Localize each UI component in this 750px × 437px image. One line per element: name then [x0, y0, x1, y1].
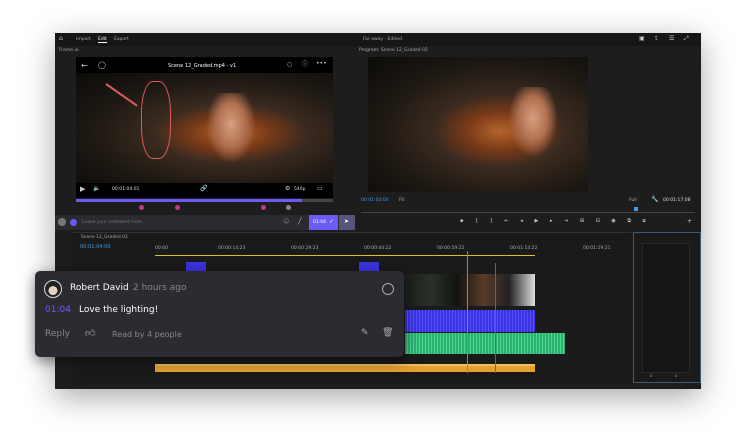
annotation-circle — [141, 81, 171, 159]
back-icon[interactable]: ← — [81, 62, 88, 70]
comments-icon[interactable]: ☰ — [669, 36, 674, 42]
resolve-circle-icon[interactable] — [382, 283, 394, 295]
clip[interactable] — [359, 262, 379, 271]
comment-text: Love the lighting! — [79, 305, 159, 315]
like-icon[interactable]: 👍︎ — [85, 327, 95, 339]
settings-icon[interactable]: ⚙ — [285, 186, 290, 192]
share-icon[interactable]: ⇪ — [654, 36, 659, 42]
comment-popup: Robert David 2 hours ago 01:04 Love the … — [35, 271, 404, 357]
wrench-icon[interactable]: 🔧 — [651, 197, 658, 203]
timeline-timecode[interactable]: 00:01:04:00 — [80, 244, 111, 250]
comment-author: Robert David — [70, 283, 129, 293]
draw-icon[interactable]: ╱ — [298, 219, 302, 225]
comment-input[interactable]: Leave your comment here... — [82, 220, 146, 225]
resolution-dropdown[interactable]: Full — [629, 198, 637, 203]
comment-time-ago: 2 hours ago — [133, 283, 187, 293]
program-video-frame[interactable] — [368, 57, 588, 192]
source-timecode: 00:01:04:01 — [112, 187, 140, 192]
avatar — [58, 218, 66, 226]
read-by-label: Read by 4 people — [112, 330, 182, 339]
reply-button[interactable]: Reply — [45, 329, 70, 339]
source-progress-bar[interactable] — [76, 199, 333, 202]
audio-clip-green[interactable] — [405, 333, 565, 354]
tab-export[interactable]: Export — [114, 37, 129, 42]
comment-input-row: Leave your comment here... ☺ ╱ 01:04 ✓ ➤ — [55, 215, 355, 230]
channel-label: S — [650, 374, 653, 378]
timeline-ruler[interactable]: 00:00 00:00:14:23 00:00:29:23 00:00:44:2… — [155, 246, 631, 252]
source-panel-title[interactable]: Frame.io — [59, 48, 78, 53]
comment-marker[interactable] — [261, 205, 266, 210]
time-badge-label: 01:04 — [313, 220, 326, 225]
playhead[interactable] — [467, 251, 468, 373]
comment-timestamp[interactable]: 01:04 — [45, 305, 71, 315]
send-button[interactable]: ➤ — [339, 215, 355, 230]
program-panel-title[interactable]: Program: Scene 12_Graded 02 — [359, 48, 428, 53]
panel-icon[interactable]: ▣ — [639, 36, 645, 42]
annotation-arrow — [105, 83, 138, 107]
clip[interactable] — [186, 262, 206, 271]
audio-clip-blue[interactable] — [405, 310, 535, 332]
program-duration: 00:01:17:08 — [663, 198, 691, 203]
audio-meter: S S — [633, 232, 701, 383]
tab-edit[interactable]: Edit — [98, 37, 107, 43]
playhead-handle[interactable] — [634, 207, 638, 211]
comment-marker[interactable] — [175, 205, 180, 210]
comment-marker[interactable] — [286, 205, 291, 210]
check-icon: ✓ — [329, 218, 335, 225]
program-scrubber[interactable] — [361, 212, 695, 213]
fullscreen-icon[interactable]: ▭ — [317, 186, 323, 192]
edit-icon[interactable]: ✎ — [361, 328, 369, 338]
fullscreen-icon[interactable]: ⤢ — [684, 36, 689, 42]
avatar — [44, 280, 62, 298]
volume-icon[interactable]: 🔈 — [93, 186, 100, 192]
video-clip-thumbnails[interactable] — [405, 274, 535, 306]
source-progress-fill — [76, 199, 303, 202]
user-icon — [70, 219, 77, 226]
ruler-label: 00:00 — [155, 246, 168, 251]
sequence-title[interactable]: Scene 12_Graded 02 — [81, 235, 128, 240]
ruler-label: 00:00:44:22 — [364, 246, 392, 251]
top-bar: ⌂ Import Edit Export Far away - Edited ▣… — [55, 33, 701, 46]
ruler-label: 00:01:29:21 — [583, 246, 611, 251]
source-video-frame[interactable] — [76, 73, 333, 183]
send-icon: ➤ — [344, 218, 350, 225]
emoji-icon[interactable]: ☺ — [283, 219, 289, 225]
cursor-line — [495, 263, 496, 373]
quality-label[interactable]: 540p — [294, 187, 305, 192]
tab-import[interactable]: Import — [76, 37, 91, 42]
status-circle-icon[interactable]: ○ — [287, 62, 292, 68]
time-badge-toggle[interactable]: 01:04 ✓ — [309, 215, 338, 230]
ruler-label: 00:00:59:22 — [437, 246, 465, 251]
source-viewer: ← ◯ Scene 12_Graded.mp4 - v1 ○ ⓘ ••• ▶ 🔈… — [76, 57, 333, 198]
link-icon[interactable]: 🔗 — [200, 186, 207, 192]
comment-bubble-icon[interactable]: ◯ — [98, 62, 106, 69]
play-icon[interactable]: ▶ — [80, 186, 85, 193]
ruler-label: 00:00:29:23 — [291, 246, 319, 251]
ruler-label: 00:01:14:22 — [510, 246, 538, 251]
home-icon[interactable]: ⌂ — [59, 36, 63, 42]
fit-dropdown[interactable]: Fit — [399, 198, 404, 203]
info-icon[interactable]: ⓘ — [302, 62, 308, 68]
delete-icon[interactable]: 🗑︎ — [382, 328, 393, 338]
project-title: Far away - Edited — [363, 37, 402, 42]
transport-controls[interactable]: ⬥ { } ⇤ ◂ ▶ ▸ ⇥ ⊞ ⊟ ◉ ⧉ ⧈ — [460, 219, 651, 224]
ruler-label: 00:00:14:23 — [218, 246, 246, 251]
add-button-icon[interactable]: + — [687, 219, 692, 225]
audio-clip-orange[interactable] — [155, 364, 535, 372]
work-area-bar[interactable] — [155, 255, 535, 256]
channel-label: S — [675, 374, 678, 378]
source-file-title[interactable]: Scene 12_Graded.mp4 - v1 — [168, 63, 236, 69]
more-icon[interactable]: ••• — [316, 61, 327, 67]
program-timecode[interactable]: 00:01:04:00 — [361, 198, 388, 203]
comment-marker[interactable] — [139, 205, 144, 210]
